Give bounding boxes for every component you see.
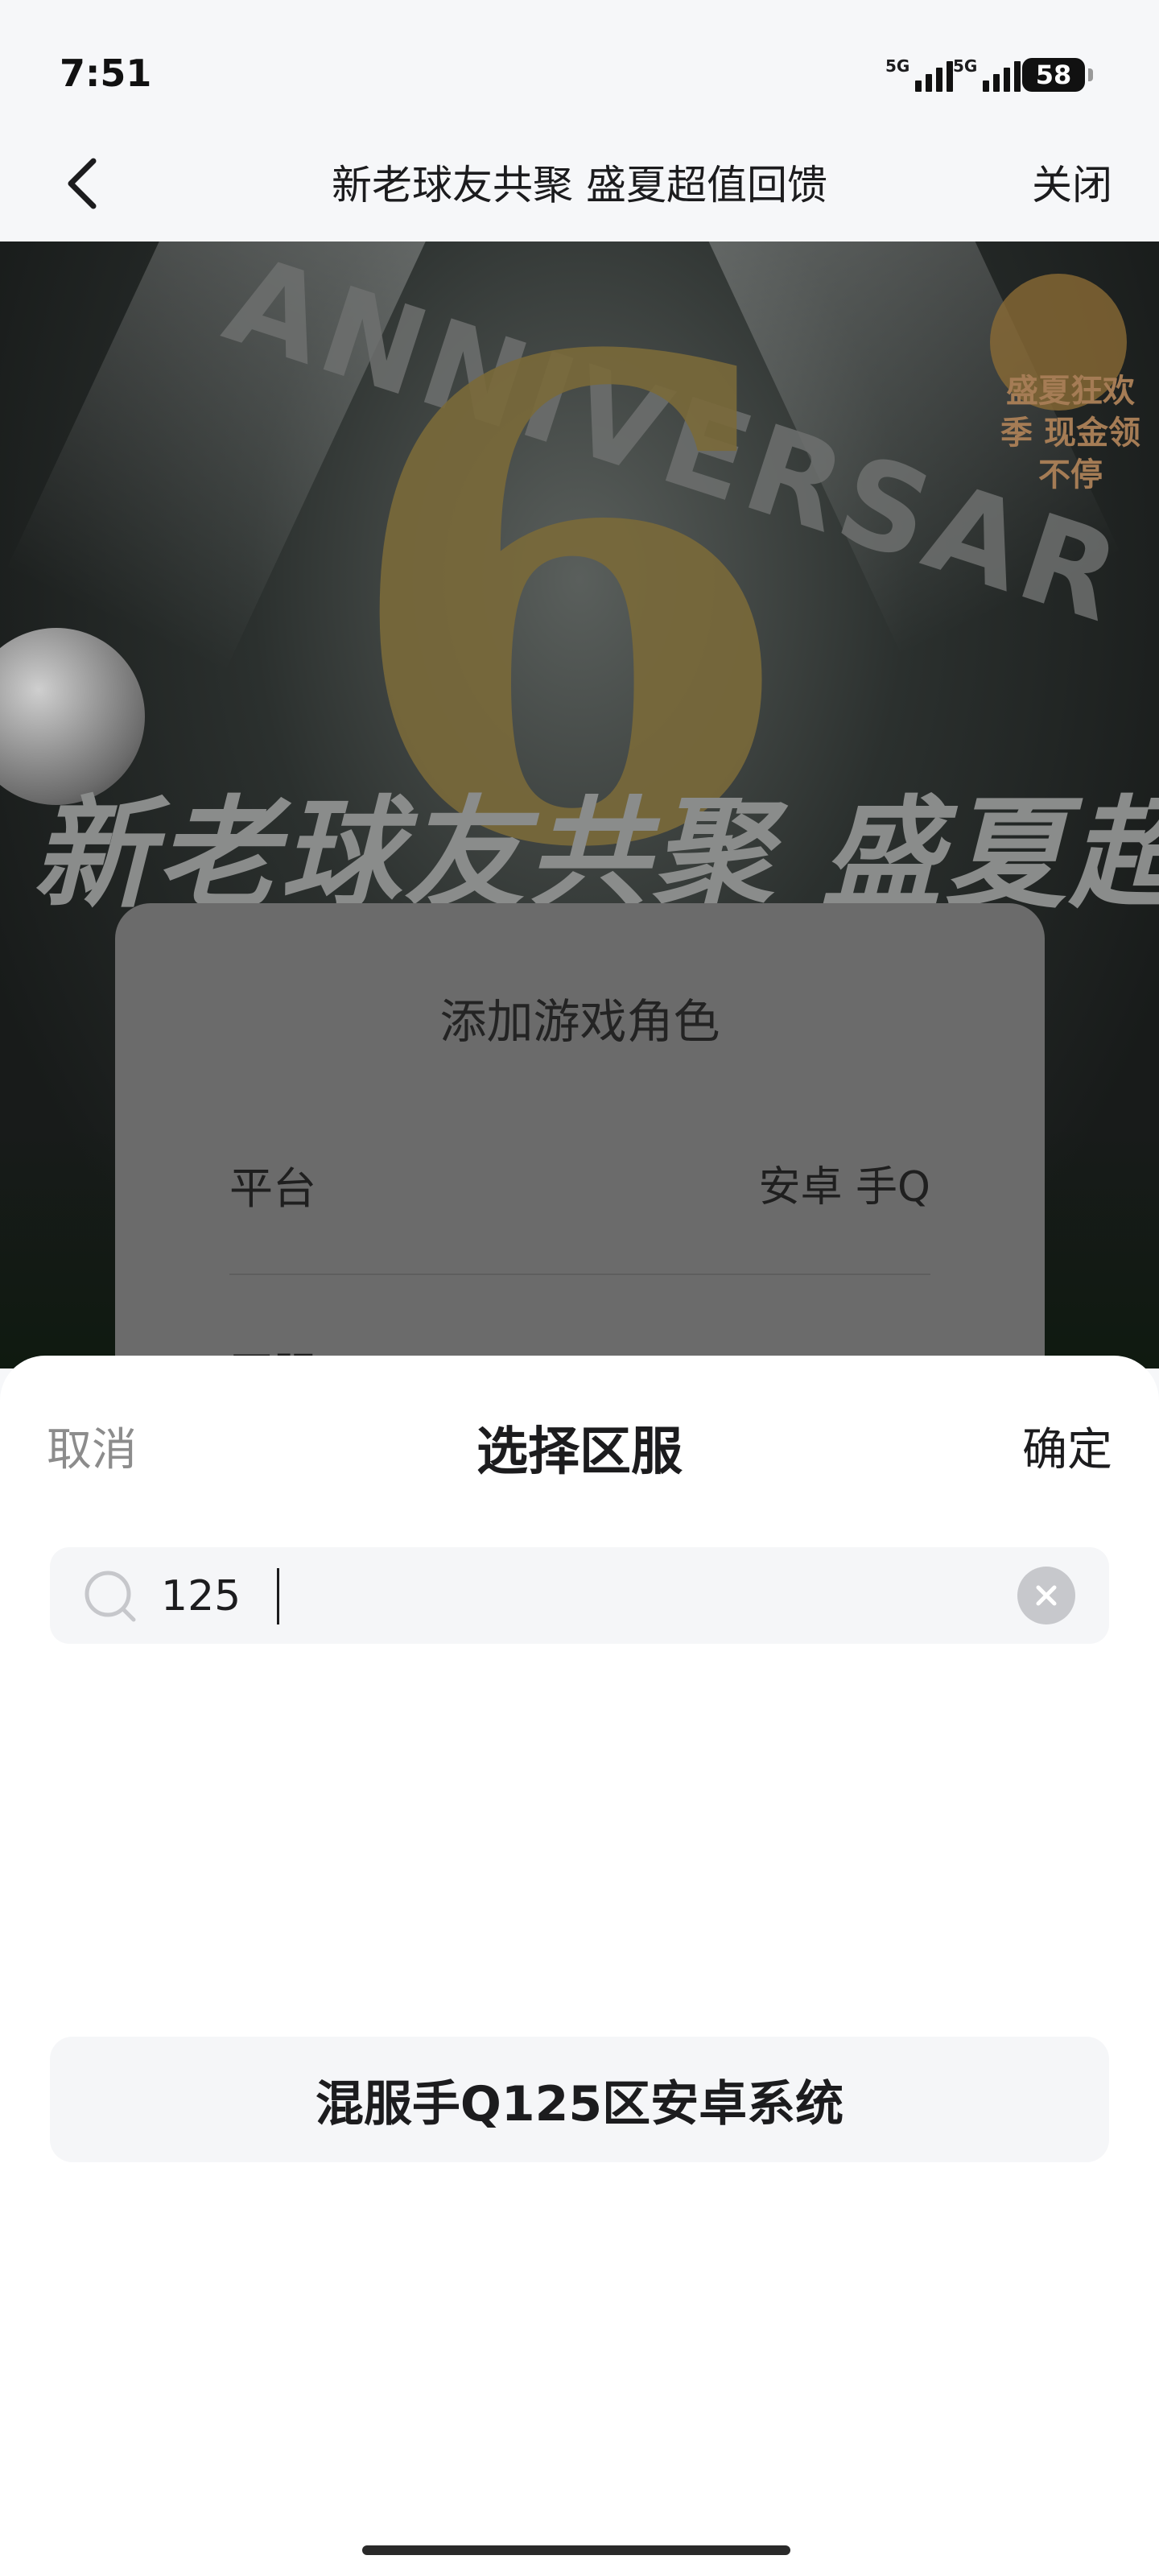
sheet-title: 选择区服 — [476, 1422, 683, 1482]
clear-button[interactable] — [1017, 1567, 1075, 1624]
nav-bar: 新老球友共聚 盛夏超值回馈 关闭 — [0, 129, 1159, 242]
search-input[interactable] — [159, 1562, 967, 1631]
search-icon — [85, 1571, 136, 1622]
badge-text: 盛夏狂欢季 现金领不停 — [1000, 373, 1140, 493]
platform-label: 平台 — [229, 1163, 316, 1214]
network-type-label: 5G — [953, 56, 978, 76]
signal-icon: 5G — [953, 56, 1021, 92]
close-icon — [1036, 1585, 1057, 1606]
platform-row[interactable]: 平台 安卓 手Q — [229, 1145, 930, 1275]
server-picker-sheet: 取消 选择区服 确定 混服手Q125区安卓系统 — [0, 1356, 1159, 2576]
search-bar[interactable] — [50, 1547, 1109, 1644]
home-indicator[interactable] — [362, 2545, 790, 2555]
event-badge: 盛夏狂欢季 现金领不停 — [974, 274, 1159, 493]
text-caret — [277, 1568, 279, 1624]
status-bar: 7:51 5G 5G 58 — [0, 0, 1159, 129]
server-option[interactable]: 混服手Q125区安卓系统 — [50, 2037, 1109, 2162]
network-type-label: 5G — [885, 56, 910, 76]
signal-icon: 5G — [885, 56, 954, 92]
battery-icon: 58 — [1022, 58, 1093, 92]
page-title: 新老球友共聚 盛夏超值回馈 — [332, 162, 827, 208]
close-button[interactable]: 关闭 — [1032, 153, 1112, 211]
dialog-title: 添加游戏角色 — [439, 994, 720, 1049]
confirm-button[interactable]: 确定 — [1022, 1414, 1112, 1479]
status-time: 7:51 — [60, 52, 152, 95]
platform-value: 安卓 手Q — [758, 1163, 930, 1212]
